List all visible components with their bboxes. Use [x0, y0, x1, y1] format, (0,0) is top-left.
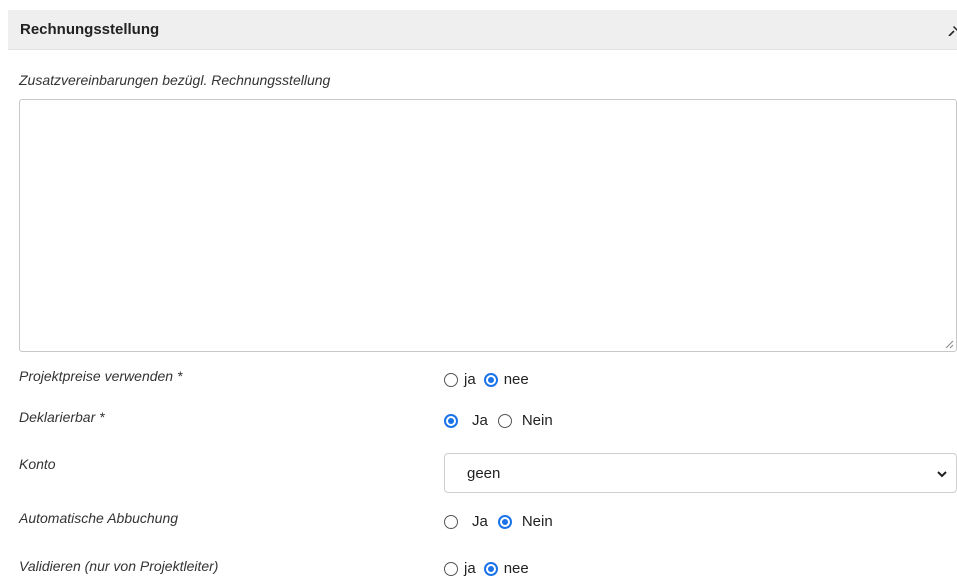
projektpreise-nee-radio[interactable] [483, 372, 498, 387]
abbuchung-ja-radio[interactable] [444, 514, 458, 529]
validieren-nee-radio[interactable] [483, 561, 498, 576]
validieren-ja-radio[interactable] [444, 561, 458, 576]
abbuchung-ja-label[interactable]: Ja [472, 513, 488, 530]
validieren-nee-label[interactable]: nee [504, 560, 529, 577]
section-header: Rechnungsstellung [8, 10, 957, 50]
konto-label: Konto [19, 456, 56, 472]
konto-select-value: geen [467, 465, 501, 482]
validieren-radio-group: ja nee [444, 560, 529, 577]
abbuchung-nein-label[interactable]: Nein [522, 513, 553, 530]
abbuchung-label: Automatische Abbuchung [19, 510, 179, 526]
deklarierbar-radio-group: Ja Nein [444, 412, 553, 429]
deklarierbar-label: Deklarierbar * [19, 409, 105, 425]
deklarierbar-nein-radio[interactable] [497, 413, 512, 428]
projektpreise-nee-label[interactable]: nee [504, 371, 529, 388]
abbuchung-nein-radio[interactable] [497, 514, 512, 529]
abbuchung-radio-group: Ja Nein [444, 513, 553, 530]
validieren-label: Validieren (nur von Projektleiter) [19, 558, 219, 574]
section-title: Rechnungsstellung [20, 21, 160, 38]
konto-select[interactable]: geen [444, 453, 957, 493]
notes-textarea[interactable] [19, 99, 957, 352]
projektpreise-label: Projektpreise verwenden * [19, 368, 183, 384]
validieren-ja-label[interactable]: ja [464, 560, 476, 577]
projektpreise-ja-label[interactable]: ja [464, 371, 476, 388]
projektpreise-ja-radio[interactable] [444, 372, 458, 387]
deklarierbar-nein-label[interactable]: Nein [522, 412, 553, 429]
notes-label: Zusatzvereinbarungen bezügl. Rechnungsst… [19, 72, 331, 88]
deklarierbar-ja-radio[interactable] [444, 413, 458, 428]
deklarierbar-ja-label[interactable]: Ja [472, 412, 488, 429]
chevron-down-icon [937, 471, 947, 478]
resize-grip-icon[interactable] [945, 340, 954, 349]
projektpreise-radio-group: ja nee [444, 371, 529, 388]
pin-icon[interactable] [947, 24, 957, 36]
